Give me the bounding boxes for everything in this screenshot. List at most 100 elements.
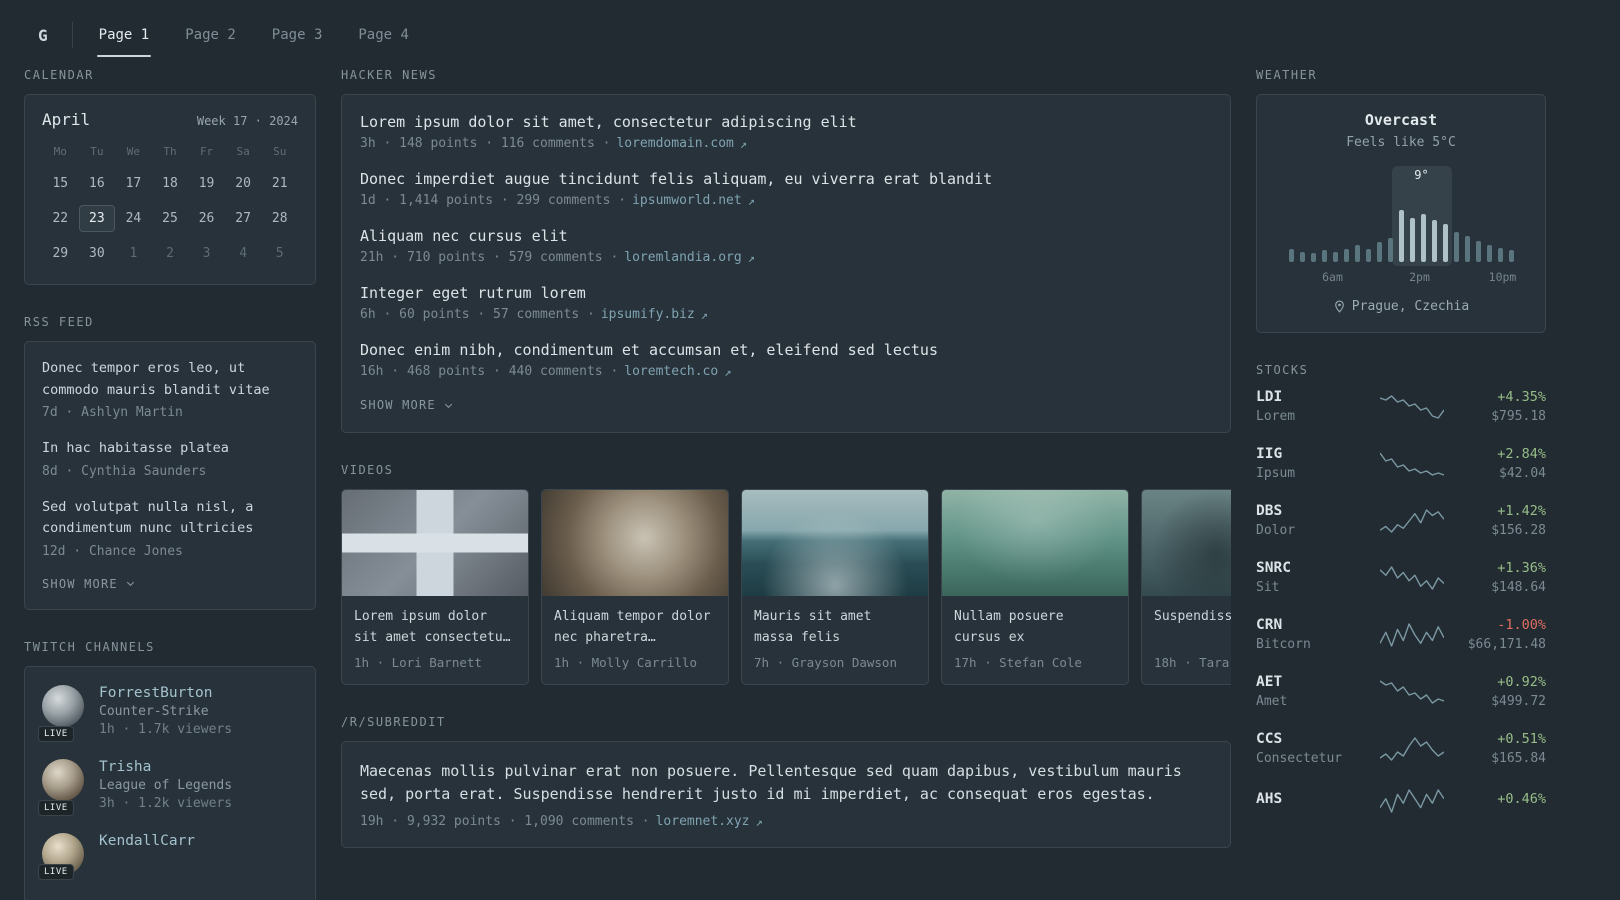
weather-widget: WEATHER Overcast Feels like 5°C 9° 6am 2… xyxy=(1256,68,1546,333)
weather-bar xyxy=(1475,241,1481,262)
twitch-channel[interactable]: LIVE ForrestBurton Counter-Strike 1h · 1… xyxy=(38,684,298,742)
calendar-card: April Week 17 · 2024 Mo Tu We Th Fr Sa S… xyxy=(24,94,316,285)
subreddit-post-stats: 19h · 9,932 points · 1,090 comments · xyxy=(360,814,650,829)
rss-item[interactable]: In hac habitasse platea 8d · Cynthia Sau… xyxy=(42,438,298,479)
live-badge: LIVE xyxy=(38,799,74,816)
hn-item-title[interactable]: Lorem ipsum dolor sit amet, consectetur … xyxy=(360,113,1212,131)
calendar-day: 26 xyxy=(198,211,215,226)
video-body: Mauris sit amet massa felis 7h · Grayson… xyxy=(742,596,928,684)
page-tab[interactable]: Page 2 xyxy=(183,10,238,60)
weather-axis-label: 10pm xyxy=(1488,270,1517,284)
rss-item-title[interactable]: In hac habitasse platea xyxy=(42,438,298,460)
video-meta: 7h · Grayson Dawson xyxy=(754,655,897,670)
weather-peak-temp: 9° xyxy=(1414,168,1429,182)
stock-ticker: DBS xyxy=(1256,503,1283,519)
rss-item-title[interactable]: Sed volutpat nulla nisl, a condimentum n… xyxy=(42,497,298,540)
hn-item-title[interactable]: Donec enim nibh, condimentum et accumsan… xyxy=(360,341,1212,359)
weather-bar xyxy=(1387,238,1393,262)
hn-item-meta: 16h · 468 points · 440 comments · loremt… xyxy=(360,364,1212,379)
video-meta: 1h · Lori Barnett xyxy=(354,655,482,670)
rss-item-title[interactable]: Donec tempor eros leo, ut commodo mauris… xyxy=(42,358,298,401)
stock-values: +0.51% $165.84 xyxy=(1454,731,1546,766)
hn-item-title[interactable]: Donec imperdiet augue tincidunt felis al… xyxy=(360,170,1212,188)
stock-id: SNRC Sit xyxy=(1256,560,1370,595)
weather-bar xyxy=(1398,210,1404,262)
hn-item-domain[interactable]: loremtech.co xyxy=(624,364,718,379)
stock-ticker: AET xyxy=(1256,674,1283,690)
video-title[interactable]: Mauris sit amet massa felis xyxy=(754,607,916,649)
stock-row[interactable]: IIG Ipsum +2.84% $42.04 xyxy=(1256,446,1546,481)
stock-row[interactable]: SNRC Sit +1.36% $148.64 xyxy=(1256,560,1546,595)
stock-name: Dolor xyxy=(1256,523,1296,538)
page-tab[interactable]: Page 1 xyxy=(96,10,152,60)
rss-show-more-button[interactable]: SHOW MORE xyxy=(42,577,136,591)
hn-item-title[interactable]: Aliquam nec cursus elit xyxy=(360,227,1212,245)
subreddit-section-title: /R/SUBREDDIT xyxy=(341,715,446,729)
hn-item-domain[interactable]: loremlandia.org xyxy=(624,250,741,265)
weather-bar xyxy=(1464,236,1470,262)
calendar-weekday-label: Su xyxy=(273,145,287,158)
stock-row[interactable]: DBS Dolor +1.42% $156.28 xyxy=(1256,503,1546,538)
video-thumbnail[interactable] xyxy=(1142,490,1231,596)
calendar-day: 23 xyxy=(78,205,116,232)
video-card[interactable]: Mauris sit amet massa felis 7h · Grayson… xyxy=(741,489,929,685)
page-tab[interactable]: Page 3 xyxy=(270,10,325,60)
calendar-day: 25 xyxy=(162,211,178,226)
stock-row[interactable]: LDI Lorem +4.35% $795.18 xyxy=(1256,389,1546,424)
stock-row[interactable]: CRN Bitcorn -1.00% $66,171.48 xyxy=(1256,617,1546,652)
stock-values: +2.84% $42.04 xyxy=(1454,446,1546,481)
hn-item-domain[interactable]: loremdomain.com xyxy=(616,136,733,151)
stock-row[interactable]: CCS Consectetur +0.51% $165.84 xyxy=(1256,731,1546,766)
hn-item: Lorem ipsum dolor sit amet, consectetur … xyxy=(360,113,1212,151)
video-thumbnail[interactable] xyxy=(342,490,528,596)
hn-show-more-button[interactable]: SHOW MORE xyxy=(360,398,454,412)
hn-item-stats: 6h · 60 points · 57 comments · xyxy=(360,307,595,322)
weather-bar xyxy=(1354,245,1360,262)
subreddit-post-title[interactable]: Maecenas mollis pulvinar erat non posuer… xyxy=(360,760,1212,805)
channel-game: League of Legends xyxy=(99,777,233,793)
twitch-channel[interactable]: LIVE Trisha League of Legends 3h · 1.2k … xyxy=(38,758,298,816)
hn-item-domain[interactable]: ipsumworld.net xyxy=(632,193,742,208)
rss-section-title: RSS FEED xyxy=(24,315,94,329)
video-card[interactable]: Aliquam tempor dolor nec pharetra… 1h · … xyxy=(541,489,729,685)
stock-name: Ipsum xyxy=(1256,466,1296,481)
subreddit-post-domain[interactable]: loremnet.xyz xyxy=(656,814,750,829)
video-title[interactable]: Lorem ipsum dolor sit amet consectetu… xyxy=(354,607,516,649)
video-title[interactable]: Aliquam tempor dolor nec pharetra… xyxy=(554,607,716,649)
video-thumbnail[interactable] xyxy=(542,490,728,596)
hn-item-domain[interactable]: ipsumify.biz xyxy=(601,307,695,322)
app-logo[interactable]: G xyxy=(24,10,72,60)
weather-feels-like: Feels like 5°C xyxy=(1346,135,1456,150)
stock-row[interactable]: AET Amet +0.92% $499.72 xyxy=(1256,674,1546,709)
hn-item-stats: 1d · 1,414 points · 299 comments · xyxy=(360,193,627,208)
rss-item[interactable]: Donec tempor eros leo, ut commodo mauris… xyxy=(42,358,298,420)
stock-sparkline xyxy=(1380,452,1444,476)
video-body: Nullam posuere cursus ex 17h · Stefan Co… xyxy=(942,596,1128,684)
rss-item[interactable]: Sed volutpat nulla nisl, a condimentum n… xyxy=(42,497,298,559)
middle-column: HACKER NEWS Lorem ipsum dolor sit amet, … xyxy=(341,68,1231,848)
video-meta: 18h · Tara xyxy=(1154,655,1230,670)
channel-info: Trisha League of Legends 3h · 1.2k viewe… xyxy=(99,759,232,811)
stocks-list: LDI Lorem +4.35% $795.18 IIG Ipsum +2.84… xyxy=(1256,389,1546,814)
weather-axis-label: 6am xyxy=(1322,270,1343,284)
twitch-channel[interactable]: LIVE KendallCarr xyxy=(38,832,298,880)
video-card[interactable]: Nullam posuere cursus ex 17h · Stefan Co… xyxy=(941,489,1129,685)
video-card[interactable]: Lorem ipsum dolor sit amet consectetu… 1… xyxy=(341,489,529,685)
channel-name[interactable]: KendallCarr xyxy=(99,833,195,849)
calendar-day: 24 xyxy=(125,211,142,226)
stock-row[interactable]: AHS +0.46% xyxy=(1256,788,1546,814)
channel-name[interactable]: Trisha xyxy=(99,759,232,775)
calendar-day: 22 xyxy=(52,211,69,226)
video-title[interactable]: Nullam posuere cursus ex xyxy=(954,607,1116,649)
page-tab[interactable]: Page 4 xyxy=(356,10,411,60)
hn-item-title[interactable]: Integer eget rutrum lorem xyxy=(360,284,1212,302)
video-card[interactable]: Suspendisse diam 18h · Tara xyxy=(1141,489,1231,685)
channel-name[interactable]: ForrestBurton xyxy=(99,685,232,701)
video-title[interactable]: Suspendisse diam xyxy=(1154,607,1231,649)
video-thumbnail[interactable] xyxy=(942,490,1128,596)
calendar-day: 20 xyxy=(235,176,251,191)
channel-viewers: 3h · 1.2k viewers xyxy=(99,795,233,811)
video-thumbnail[interactable] xyxy=(742,490,928,596)
weather-bar xyxy=(1409,218,1415,262)
hn-section-title: HACKER NEWS xyxy=(341,68,437,82)
